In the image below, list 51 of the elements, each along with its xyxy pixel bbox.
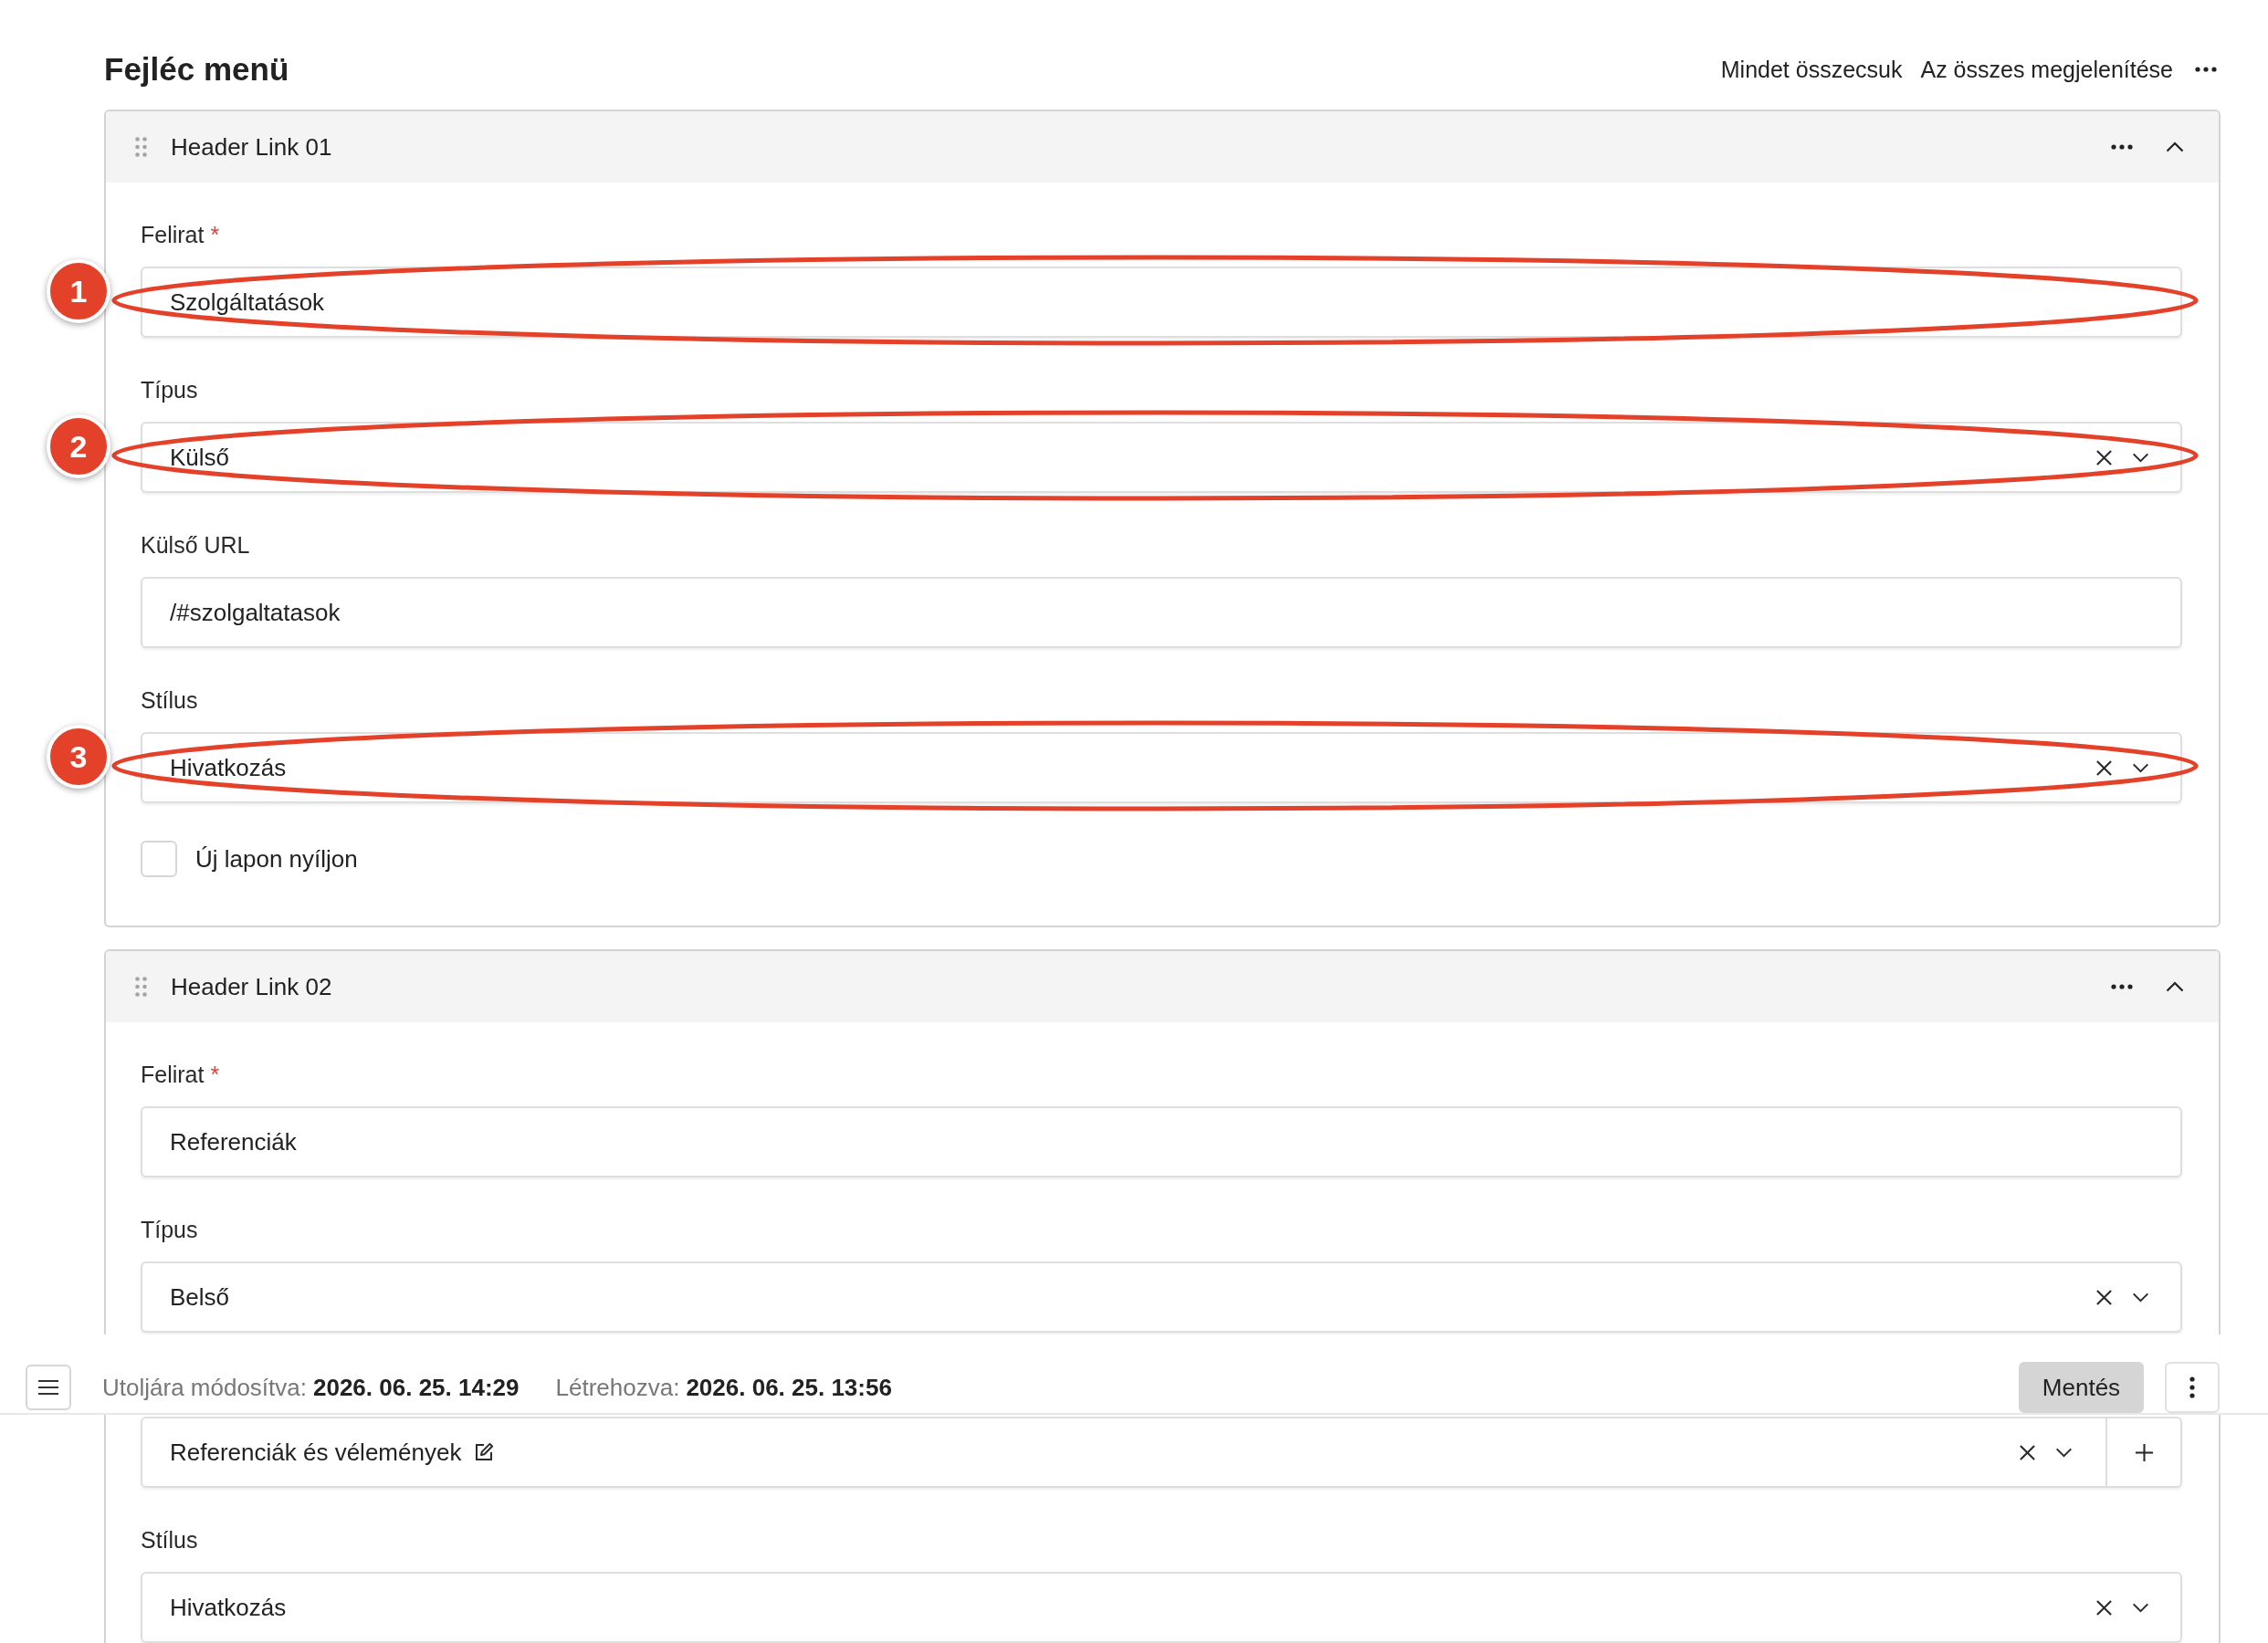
save-button[interactable]: Mentés <box>2019 1362 2144 1413</box>
item-title: Header Link 02 <box>171 972 332 1001</box>
more-icon[interactable] <box>2111 144 2133 150</box>
field-label: Stílus <box>141 686 199 715</box>
chevron-down-icon[interactable] <box>2055 1447 2073 1458</box>
chevron-up-icon[interactable] <box>2166 981 2184 992</box>
select-field[interactable]: Hivatkozás <box>141 1572 2182 1643</box>
menu-button[interactable] <box>26 1365 71 1410</box>
item-header[interactable]: Header Link 02 <box>106 951 2219 1022</box>
checkbox[interactable] <box>141 841 177 877</box>
more-icon[interactable] <box>2195 67 2217 72</box>
field-label: Felirat * <box>141 221 221 249</box>
field-label: Felirat * <box>141 1061 221 1089</box>
item-title: Header Link 01 <box>171 132 332 162</box>
header-action-link[interactable]: Mindet összecsuk <box>1720 56 1903 83</box>
field-label: Külső URL <box>141 531 251 560</box>
select-field[interactable]: Külső <box>141 422 2182 493</box>
field-label: Típus <box>141 376 199 404</box>
meta-value: 2026. 06. 25. 14:29 <box>313 1373 520 1402</box>
field-label: Típus <box>141 1216 199 1244</box>
clear-icon[interactable] <box>2095 448 2113 466</box>
clear-icon[interactable] <box>2095 759 2113 777</box>
chevron-down-icon[interactable] <box>2132 762 2149 773</box>
edit-icon[interactable] <box>474 1442 495 1462</box>
chevron-up-icon[interactable] <box>2166 141 2184 152</box>
drag-handle-icon[interactable] <box>135 977 147 997</box>
meta-value: 2026. 06. 25. 13:56 <box>686 1373 892 1402</box>
drag-handle-icon[interactable] <box>135 137 147 157</box>
more-icon <box>2189 1376 2195 1398</box>
more-icon[interactable] <box>2111 984 2133 989</box>
menu-icon <box>38 1380 58 1395</box>
plus-icon <box>2134 1442 2154 1462</box>
clear-icon[interactable] <box>2019 1443 2036 1461</box>
item-header[interactable]: Header Link 01 <box>106 111 2219 183</box>
chevron-down-icon[interactable] <box>2132 1602 2149 1613</box>
meta-label: Létrehozva: <box>555 1373 680 1402</box>
checkbox-label[interactable]: Új lapon nyíljon <box>195 844 358 874</box>
chevron-down-icon[interactable] <box>2132 1292 2149 1303</box>
select-field[interactable]: Hivatkozás <box>141 732 2182 803</box>
section-title: Fejléc menü <box>104 51 289 88</box>
field-label: Stílus <box>141 1526 199 1554</box>
chevron-down-icon[interactable] <box>2132 452 2149 463</box>
text-field[interactable]: /#szolgaltatasok <box>141 577 2182 648</box>
relation-field[interactable]: Referenciák és vélemények <box>141 1417 2182 1488</box>
text-field[interactable]: Referenciák <box>141 1106 2182 1177</box>
header-action-link[interactable]: Az összes megjelenítése <box>1920 56 2173 83</box>
meta-label: Utoljára módosítva: <box>102 1373 307 1402</box>
select-field[interactable]: Belső <box>141 1261 2182 1333</box>
clear-icon[interactable] <box>2095 1288 2113 1306</box>
text-field[interactable]: Szolgáltatások <box>141 267 2182 338</box>
clear-icon[interactable] <box>2095 1598 2113 1617</box>
